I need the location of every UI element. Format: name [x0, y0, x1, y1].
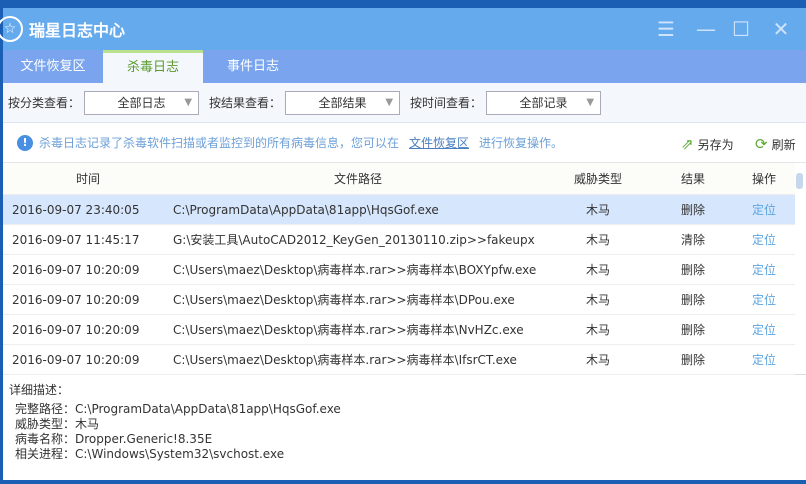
detail-threat-type: 威胁类型：木马 [15, 417, 100, 431]
locate-link[interactable]: 定位 [733, 261, 795, 278]
category-filter-select[interactable]: 全部日志 ▼ [84, 90, 200, 115]
save-as-button[interactable]: ⇗ 另存为 [681, 135, 734, 153]
refresh-button[interactable]: ⟳ 刷新 [755, 135, 796, 153]
tab-event-log[interactable]: 事件日志 [203, 50, 303, 83]
time-filter-select[interactable]: 全部记录 ▼ [486, 90, 602, 115]
cell-path: C:\Users\maez\Desktop\病毒样本.rar>>病毒样本\BOX… [173, 263, 537, 277]
cell-result: 删除 [680, 263, 705, 277]
time-filter-value: 全部记录 [519, 96, 568, 110]
cell-time: 2016-09-07 10:20:09 [12, 352, 140, 367]
cell-path: C:\Users\maez\Desktop\病毒样本.rar>>病毒样本\Ifs… [173, 353, 517, 367]
rising-logo-icon: ☆ [0, 16, 23, 42]
cell-path: C:\Users\maez\Desktop\病毒样本.rar>>病毒样本\NvH… [173, 323, 524, 337]
locate-link[interactable]: 定位 [733, 201, 795, 218]
cell-threat: 木马 [585, 323, 610, 337]
table-row[interactable]: 2016-09-07 10:20:09 C:\Users\maez\Desktop… [3, 285, 795, 315]
minimize-button[interactable]: — [693, 16, 719, 42]
tab-virus-log[interactable]: 杀毒日志 [103, 50, 203, 83]
time-filter-label: 按时间查看： [410, 96, 483, 110]
locate-link[interactable]: 定位 [733, 231, 795, 248]
result-filter-label: 按结果查看： [209, 96, 282, 110]
cell-path: C:\Users\maez\Desktop\病毒样本.rar>>病毒样本\DPo… [173, 293, 515, 307]
header-result[interactable]: 结果 [653, 170, 733, 187]
cell-time: 2016-09-07 10:20:09 [12, 262, 140, 277]
detail-panel: 详细描述： 完整路径：C:\ProgramData\AppData\81app\… [3, 375, 806, 470]
filter-bar: 按分类查看： 全部日志 ▼ 按结果查看： 全部结果 ▼ 按时间查看： 全部记录 ▼ [3, 83, 806, 123]
table-row[interactable]: 2016-09-07 10:20:09 C:\Users\maez\Desktop… [3, 315, 795, 345]
refresh-label: 刷新 [771, 137, 796, 152]
cell-threat: 木马 [585, 233, 610, 247]
menu-icon[interactable]: ☰ [653, 16, 679, 42]
cell-threat: 木马 [585, 293, 610, 307]
detail-process: 相关进程：C:\Windows\System32\svchost.exe [15, 447, 285, 461]
refresh-icon: ⟳ [755, 135, 768, 153]
info-icon: ! [17, 134, 33, 151]
detail-full-path: 完整路径：C:\ProgramData\AppData\81app\HqsGof… [15, 402, 341, 416]
result-filter-value: 全部结果 [318, 96, 367, 110]
locate-link[interactable]: 定位 [733, 351, 795, 368]
cell-result: 删除 [680, 203, 705, 217]
scrollbar-thumb[interactable] [796, 173, 803, 189]
cell-threat: 木马 [585, 263, 610, 277]
cell-time: 2016-09-07 10:20:09 [12, 322, 140, 337]
cell-threat: 木马 [585, 203, 610, 217]
tab-file-recovery[interactable]: 文件恢复区 [3, 50, 103, 83]
table-row[interactable]: 2016-09-07 23:40:05 C:\ProgramData\AppDat… [3, 195, 795, 225]
table-row[interactable]: 2016-09-07 10:20:09 C:\Users\maez\Desktop… [3, 345, 795, 375]
log-table: 时间 文件路径 威胁类型 结果 操作 2016-09-07 23:40:05 C:… [3, 163, 806, 375]
title-bar: ☆ 瑞星日志中心 ☰ — ☐ ✕ [0, 8, 806, 50]
detail-title: 详细描述： [9, 383, 70, 397]
maximize-button[interactable]: ☐ [728, 16, 754, 42]
header-time[interactable]: 时间 [3, 170, 173, 187]
cell-time: 2016-09-07 10:20:09 [12, 292, 140, 307]
log-center-window: ☆ 瑞星日志中心 ☰ — ☐ ✕ 文件恢复区 杀毒日志 事件日志 按分类查看： … [0, 8, 806, 480]
tab-bar: 文件恢复区 杀毒日志 事件日志 [3, 50, 806, 83]
cell-path: C:\ProgramData\AppData\81app\HqsGof.exe [173, 202, 439, 217]
export-icon: ⇗ [681, 135, 694, 153]
table-header: 时间 文件路径 威胁类型 结果 操作 [3, 163, 795, 195]
locate-link[interactable]: 定位 [733, 321, 795, 338]
detail-virus-name: 病毒名称：Dropper.Generic!8.35E [15, 432, 213, 446]
category-filter-value: 全部日志 [117, 96, 166, 110]
chevron-down-icon: ▼ [586, 97, 595, 108]
info-bar: ! 杀毒日志记录了杀毒软件扫描或者监控到的所有病毒信息，您可以在 文件恢复区 进… [3, 123, 806, 163]
save-as-label: 另存为 [697, 137, 734, 152]
table-row[interactable]: 2016-09-07 10:20:09 C:\Users\maez\Desktop… [3, 255, 795, 285]
cell-result: 删除 [680, 353, 705, 367]
info-text-after: 进行恢复操作。 [479, 136, 564, 150]
file-recovery-link[interactable]: 文件恢复区 [409, 134, 469, 151]
window-title: 瑞星日志中心 [29, 21, 126, 40]
cell-time: 2016-09-07 23:40:05 [12, 202, 140, 217]
close-button[interactable]: ✕ [768, 16, 794, 42]
header-threat[interactable]: 威胁类型 [543, 170, 653, 187]
info-text: 杀毒日志记录了杀毒软件扫描或者监控到的所有病毒信息，您可以在 [39, 136, 400, 150]
locate-link[interactable]: 定位 [733, 291, 795, 308]
table-row[interactable]: 2016-09-07 11:45:17 G:\安装工具\AutoCAD2012_K… [3, 225, 795, 255]
chevron-down-icon: ▼ [385, 97, 394, 108]
cell-result: 清除 [680, 233, 705, 247]
cell-threat: 木马 [585, 353, 610, 367]
header-path[interactable]: 文件路径 [173, 170, 543, 187]
header-action[interactable]: 操作 [733, 170, 795, 187]
cell-time: 2016-09-07 11:45:17 [12, 232, 140, 247]
cell-result: 删除 [680, 293, 705, 307]
chevron-down-icon: ▼ [184, 97, 193, 108]
cell-path: G:\安装工具\AutoCAD2012_KeyGen_20130110.zip>… [173, 233, 535, 247]
category-filter-label: 按分类查看： [8, 96, 81, 110]
cell-result: 删除 [680, 323, 705, 337]
result-filter-select[interactable]: 全部结果 ▼ [285, 90, 401, 115]
